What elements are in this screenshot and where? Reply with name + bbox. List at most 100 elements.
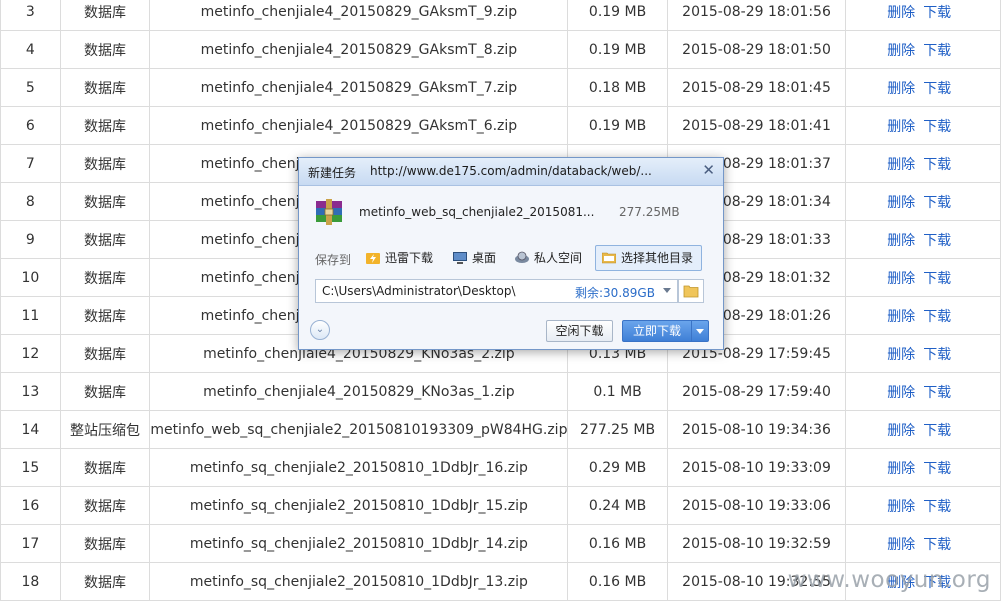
row-type: 数据库	[59, 562, 151, 601]
table-row: 3 数据库 metinfo_chenjiale4_20150829_GAksmT_9…	[0, 0, 1001, 31]
delete-link[interactable]: 删除	[887, 461, 915, 477]
table-row: 15 数据库 metinfo_sq_chenjiale2_20150810_1Ddb…	[0, 448, 1001, 487]
delete-link[interactable]: 删除	[887, 309, 915, 325]
delete-link[interactable]: 删除	[887, 233, 915, 249]
download-now-button[interactable]: 立即下载	[622, 320, 692, 342]
file-size: 277.25MB	[619, 205, 680, 219]
option-private-space-label: 私人空间	[534, 251, 583, 265]
download-link[interactable]: 下载	[923, 347, 951, 363]
row-type: 数据库	[59, 182, 151, 221]
row-actions: 删除 下载	[845, 182, 1001, 221]
row-time: 2015-08-10 19:32:59	[666, 524, 847, 563]
row-filename: metinfo_sq_chenjiale2_20150810_1DdbJr_14…	[149, 524, 569, 563]
option-desktop-label: 桌面	[472, 251, 497, 265]
download-link[interactable]: 下载	[923, 81, 951, 97]
row-actions: 删除 下载	[845, 524, 1001, 563]
row-type: 数据库	[59, 448, 151, 487]
row-actions: 删除 下载	[845, 220, 1001, 259]
delete-link[interactable]: 删除	[887, 43, 915, 59]
expand-more-button[interactable]: ⌄	[310, 320, 330, 340]
row-type: 数据库	[59, 0, 151, 31]
download-link[interactable]: 下载	[923, 5, 951, 21]
delete-link[interactable]: 删除	[887, 271, 915, 287]
row-type: 数据库	[59, 68, 151, 107]
row-type: 数据库	[59, 524, 151, 563]
table-row: 13 数据库 metinfo_chenjiale4_20150829_KNo3as_…	[0, 372, 1001, 411]
download-now-dropdown[interactable]	[691, 320, 709, 342]
row-actions: 删除 下载	[845, 372, 1001, 411]
download-link[interactable]: 下载	[923, 233, 951, 249]
delete-link[interactable]: 删除	[887, 499, 915, 515]
row-size: 0.19 MB	[567, 30, 668, 69]
option-thunder-download[interactable]: 迅雷下载	[366, 246, 433, 270]
row-actions: 删除 下载	[845, 448, 1001, 487]
download-link[interactable]: 下载	[923, 537, 951, 553]
chevron-down-icon[interactable]	[663, 288, 671, 293]
delete-link[interactable]: 删除	[887, 423, 915, 439]
row-id: 12	[0, 334, 61, 373]
delete-link[interactable]: 删除	[887, 347, 915, 363]
table-row: 6 数据库 metinfo_chenjiale4_20150829_GAksmT_6…	[0, 106, 1001, 145]
delete-link[interactable]: 删除	[887, 157, 915, 173]
row-actions: 删除 下载	[845, 258, 1001, 297]
row-id: 4	[0, 30, 61, 69]
row-id: 9	[0, 220, 61, 259]
download-link[interactable]: 下载	[923, 119, 951, 135]
download-link[interactable]: 下载	[923, 309, 951, 325]
dialog-title-bar[interactable]: 新建任务 http://www.de175.com/admin/databack…	[299, 158, 723, 186]
row-id: 8	[0, 182, 61, 221]
delete-link[interactable]: 删除	[887, 81, 915, 97]
folder-icon	[683, 285, 699, 298]
row-id: 5	[0, 68, 61, 107]
close-icon[interactable]: ✕	[702, 163, 715, 178]
row-type: 数据库	[59, 220, 151, 259]
row-filename: metinfo_chenjiale4_20150829_GAksmT_8.zip	[149, 30, 569, 69]
download-link[interactable]: 下载	[923, 271, 951, 287]
row-type: 数据库	[59, 144, 151, 183]
option-choose-directory-label: 选择其他目录	[621, 251, 694, 265]
download-link[interactable]: 下载	[923, 423, 951, 439]
idle-download-button[interactable]: 空闲下载	[546, 320, 613, 342]
download-link[interactable]: 下载	[923, 499, 951, 515]
delete-link[interactable]: 删除	[887, 195, 915, 211]
row-type: 数据库	[59, 372, 151, 411]
save-path-select[interactable]: C:\Users\Administrator\Desktop\ 剩余:30.89…	[315, 279, 678, 303]
row-time: 2015-08-29 18:01:56	[666, 0, 847, 31]
download-link[interactable]: 下载	[923, 43, 951, 59]
row-size: 277.25 MB	[567, 410, 668, 449]
row-actions: 删除 下载	[845, 30, 1001, 69]
row-size: 0.18 MB	[567, 68, 668, 107]
delete-link[interactable]: 删除	[887, 119, 915, 135]
browse-folder-button[interactable]	[678, 279, 704, 303]
desktop-icon	[453, 252, 467, 264]
table-row: 16 数据库 metinfo_sq_chenjiale2_20150810_1Ddb…	[0, 486, 1001, 525]
table-row: 5 数据库 metinfo_chenjiale4_20150829_GAksmT_7…	[0, 68, 1001, 107]
free-space: 剩余:30.89GB	[575, 286, 655, 300]
dialog-url: http://www.de175.com/admin/databack/web/…	[370, 164, 652, 178]
file-name: metinfo_web_sq_chenjiale2_2015081...	[359, 205, 595, 219]
row-actions: 删除 下载	[845, 0, 1001, 31]
download-link[interactable]: 下载	[923, 157, 951, 173]
delete-link[interactable]: 删除	[887, 5, 915, 21]
delete-link[interactable]: 删除	[887, 385, 915, 401]
row-size: 0.16 MB	[567, 562, 668, 601]
row-actions: 删除 下载	[845, 106, 1001, 145]
row-filename: metinfo_web_sq_chenjiale2_20150810193309…	[149, 410, 569, 449]
option-desktop[interactable]: 桌面	[453, 246, 496, 270]
row-type: 数据库	[59, 106, 151, 145]
chevron-down-icon: ⌄	[315, 324, 325, 335]
option-choose-directory[interactable]: 选择其他目录	[595, 245, 703, 271]
delete-link[interactable]: 删除	[887, 537, 915, 553]
row-actions: 删除 下载	[845, 144, 1001, 183]
row-id: 13	[0, 372, 61, 411]
download-link[interactable]: 下载	[923, 385, 951, 401]
row-filename: metinfo_chenjiale4_20150829_GAksmT_9.zip	[149, 0, 569, 31]
row-actions: 删除 下载	[845, 334, 1001, 373]
option-private-space[interactable]: 私人空间	[515, 246, 582, 270]
row-id: 10	[0, 258, 61, 297]
row-time: 2015-08-29 18:01:45	[666, 68, 847, 107]
row-id: 17	[0, 524, 61, 563]
download-link[interactable]: 下载	[923, 195, 951, 211]
row-id: 3	[0, 0, 61, 31]
download-link[interactable]: 下载	[923, 461, 951, 477]
